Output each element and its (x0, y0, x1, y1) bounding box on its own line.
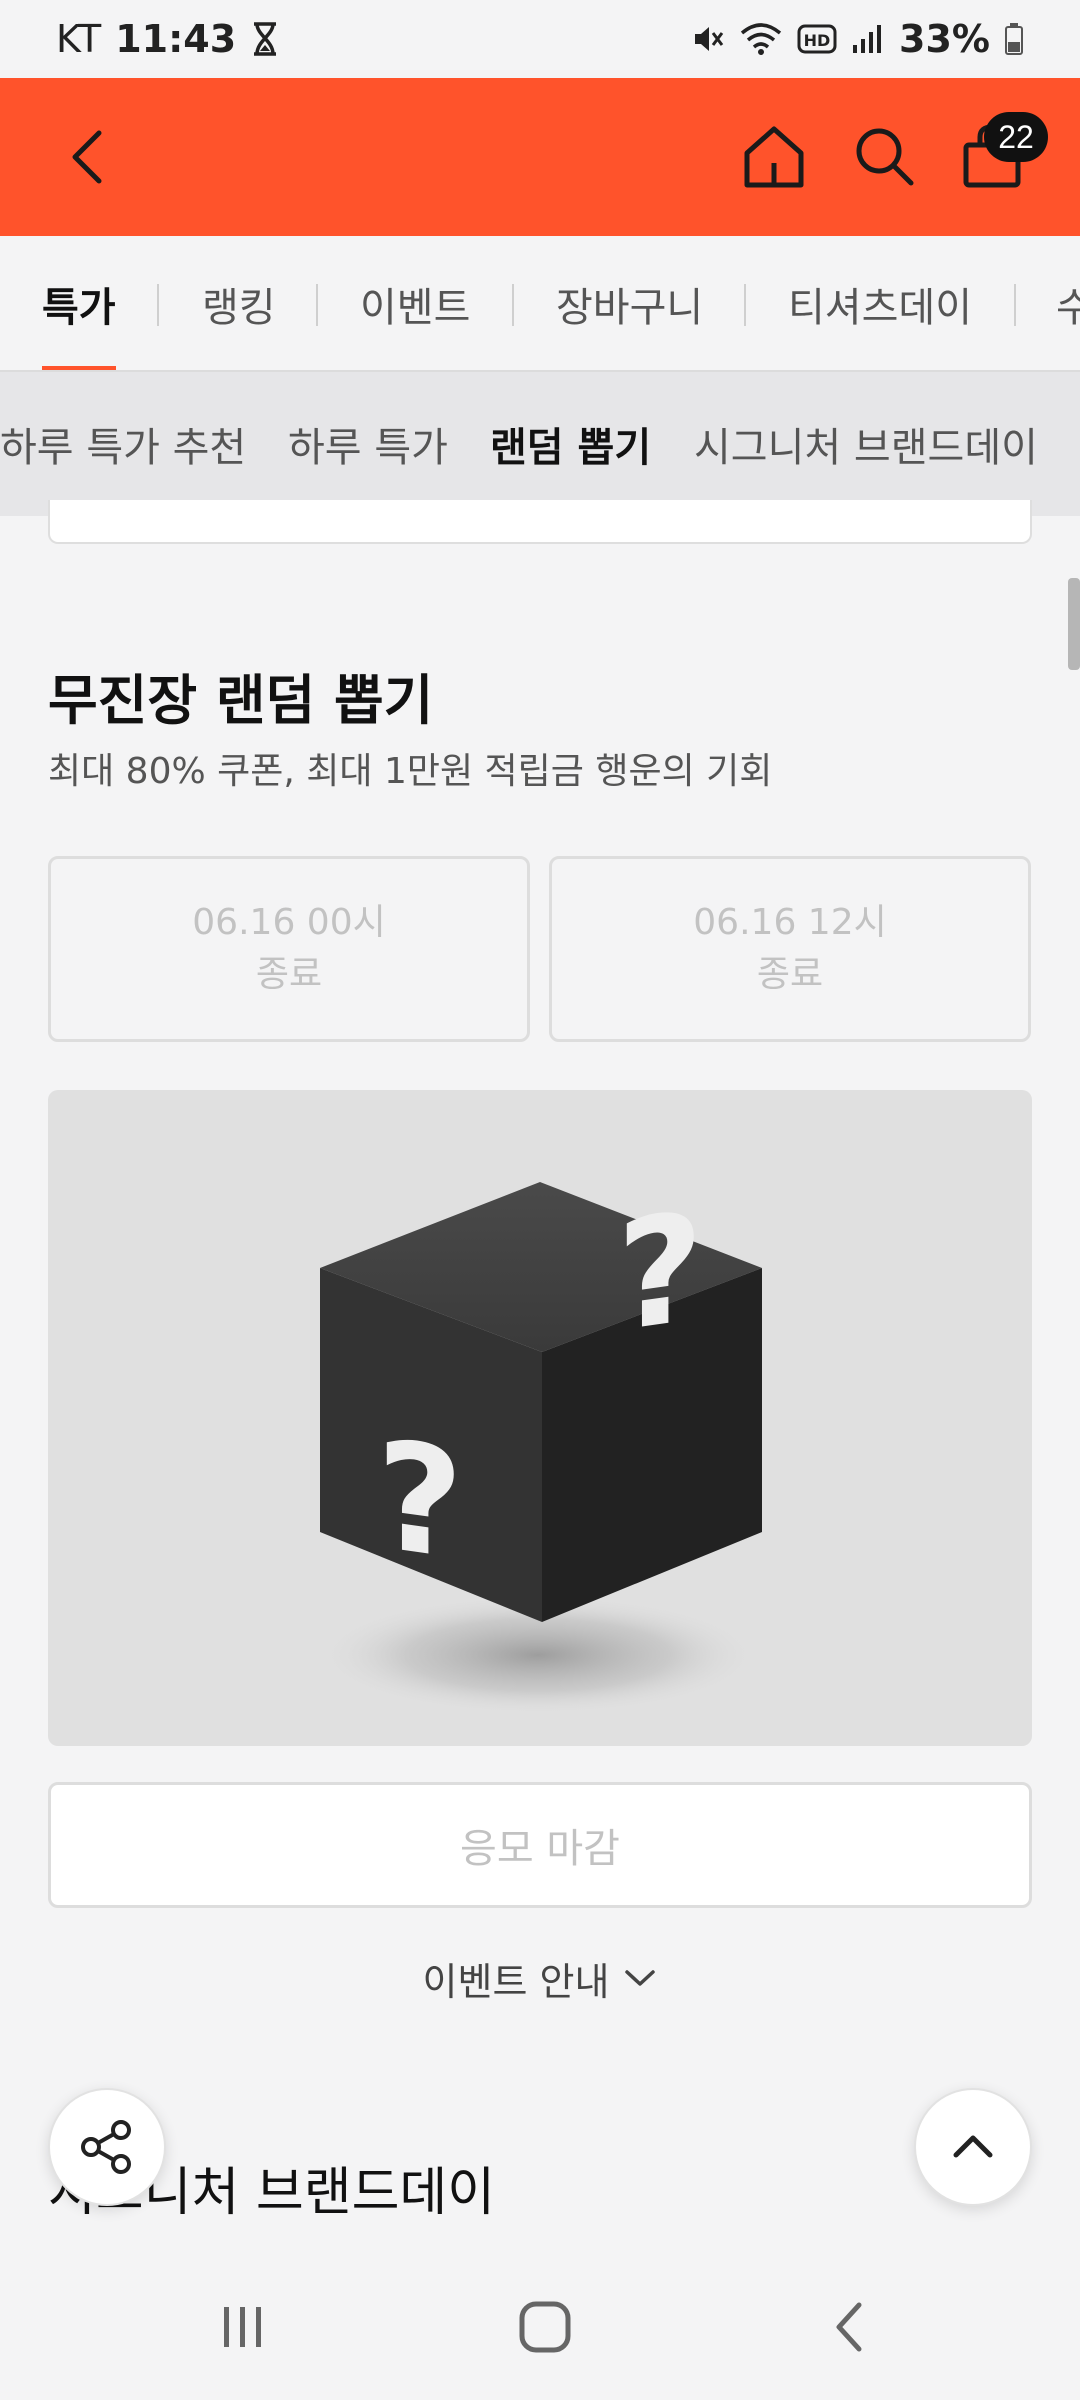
subtab-signature-brandday[interactable]: 시그니처 브랜드데이 (694, 372, 1038, 516)
apply-closed-button[interactable]: 응모 마감 (48, 1782, 1032, 1908)
home-icon (744, 126, 804, 188)
nav-recents-button[interactable] (198, 2292, 288, 2362)
recents-icon (224, 2307, 261, 2347)
tab-divider (744, 284, 746, 326)
carrier-label: KT (56, 17, 102, 61)
mystery-box-image: ? ? (318, 1179, 762, 1715)
status-bar: KT 11:43 HD 33% (0, 0, 1080, 78)
status-left: KT 11:43 (56, 17, 280, 61)
round-button-1[interactable]: 06.16 00시 종료 (48, 856, 530, 1042)
clock: 11:43 (115, 17, 237, 61)
svg-text:?: ? (376, 1407, 463, 1594)
round-time: 06.16 00시 (192, 902, 386, 943)
subtab-daily-recommend[interactable]: 하루 특가 추천 (0, 372, 246, 516)
system-nav-bar (0, 2254, 1080, 2400)
battery-icon (1005, 23, 1023, 55)
sub-tab-bar: 하루 특가 추천 하루 특가 랜덤 뽑기 시그니처 브랜드데이 (0, 372, 1080, 516)
previous-card-edge (48, 500, 1032, 544)
home-button[interactable] (736, 118, 812, 194)
main-tab-bar: 특가 랭킹 이벤트 장바구니 티셔츠데이 수 (0, 236, 1080, 372)
tab-tshirt-day[interactable]: 티셔츠데이 (788, 236, 972, 370)
back-icon (836, 2302, 862, 2352)
mute-icon (695, 27, 724, 51)
round-time: 06.16 12시 (693, 902, 887, 943)
nav-back-button[interactable] (804, 2292, 894, 2362)
chevron-up-icon (953, 2135, 993, 2158)
share-button[interactable] (48, 2088, 166, 2206)
tab-divider (512, 284, 514, 326)
subtab-daily-deal[interactable]: 하루 특가 (288, 372, 448, 516)
round-button-2[interactable]: 06.16 12시 종료 (549, 856, 1031, 1042)
signal-icon (853, 25, 882, 53)
event-info-label: 이벤트 안내 (422, 1959, 610, 2004)
tab-special-deal[interactable]: 특가 (42, 236, 116, 370)
section-title: 무진장 랜덤 뽑기 (48, 669, 434, 732)
back-button[interactable] (52, 122, 122, 192)
scrollbar[interactable] (1068, 578, 1080, 670)
app-header: 22 (0, 78, 1080, 236)
tab-more[interactable]: 수 (1056, 236, 1080, 370)
svg-text:HD: HD (804, 31, 831, 50)
hd-icon: HD (797, 24, 837, 54)
mystery-box-panel: ? ? (48, 1090, 1032, 1746)
tab-divider (157, 284, 159, 326)
share-icon (81, 2120, 131, 2174)
cart-count-badge: 22 (984, 112, 1048, 162)
scroll-top-button[interactable] (914, 2088, 1032, 2206)
tab-event[interactable]: 이벤트 (360, 236, 470, 370)
home-icon (519, 2301, 571, 2353)
search-icon (856, 128, 914, 186)
section-subtitle: 최대 80% 쿠폰, 최대 1만원 적립금 행운의 기회 (48, 751, 773, 792)
tab-ranking[interactable]: 랭킹 (202, 236, 276, 370)
battery-percent: 33% (899, 17, 990, 61)
nav-home-button[interactable] (500, 2292, 590, 2362)
hourglass-icon (254, 22, 277, 56)
status-right: HD 33% (691, 17, 1024, 61)
chevron-down-icon (625, 1970, 656, 1986)
svg-text:?: ? (616, 1179, 703, 1366)
tab-divider (316, 284, 318, 326)
tab-cart[interactable]: 장바구니 (556, 236, 703, 370)
round-status: 종료 (255, 954, 323, 995)
round-status: 종료 (756, 954, 824, 995)
back-icon (72, 130, 102, 184)
tab-divider (1014, 284, 1016, 326)
subtab-random-draw[interactable]: 랜덤 뽑기 (490, 372, 651, 516)
wifi-icon (740, 23, 782, 55)
event-info-toggle[interactable]: 이벤트 안내 (0, 1946, 1080, 2010)
search-button[interactable] (846, 118, 922, 194)
